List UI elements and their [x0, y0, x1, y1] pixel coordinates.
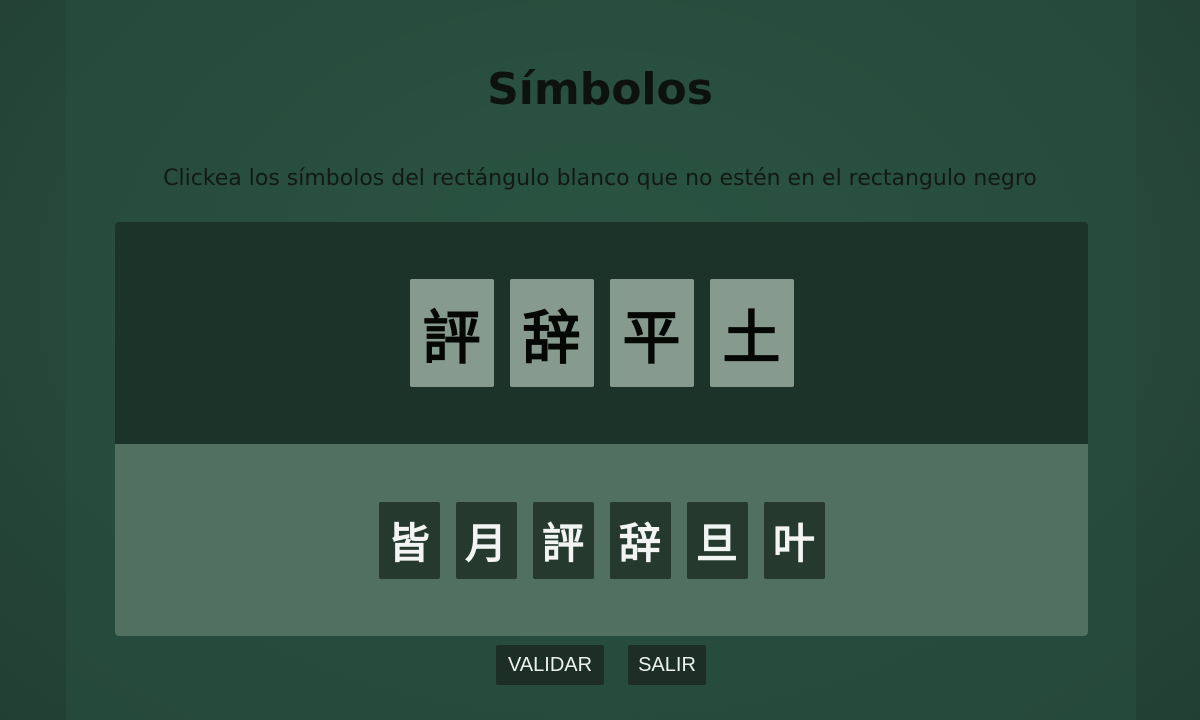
target-symbol: 平 [609, 279, 694, 387]
validate-button[interactable]: VALIDAR [496, 645, 604, 685]
page-title: Símbolos [487, 64, 713, 115]
choice-symbol-button[interactable]: 月 [455, 502, 517, 579]
instructions-text: Clickea los símbolos del rectángulo blan… [163, 166, 1037, 191]
choice-symbol-button[interactable]: 評 [532, 502, 594, 579]
choice-symbol-button[interactable]: 皆 [378, 502, 440, 579]
choice-symbol-button[interactable]: 叶 [763, 502, 825, 579]
target-symbols-row: 評 辞 平 土 [115, 279, 1088, 387]
page-background: Símbolos Clickea los símbolos del rectán… [0, 0, 1200, 720]
choice-symbol-button[interactable]: 旦 [686, 502, 748, 579]
white-rectangle: 皆 月 評 辞 旦 叶 [115, 444, 1088, 636]
black-rectangle: 評 辞 平 土 [115, 222, 1088, 444]
target-symbol: 評 [409, 279, 494, 387]
target-symbol: 土 [709, 279, 794, 387]
choice-symbols-row: 皆 月 評 辞 旦 叶 [115, 502, 1088, 579]
exit-button[interactable]: SALIR [628, 645, 706, 685]
choice-symbol-button[interactable]: 辞 [609, 502, 671, 579]
target-symbol: 辞 [509, 279, 594, 387]
